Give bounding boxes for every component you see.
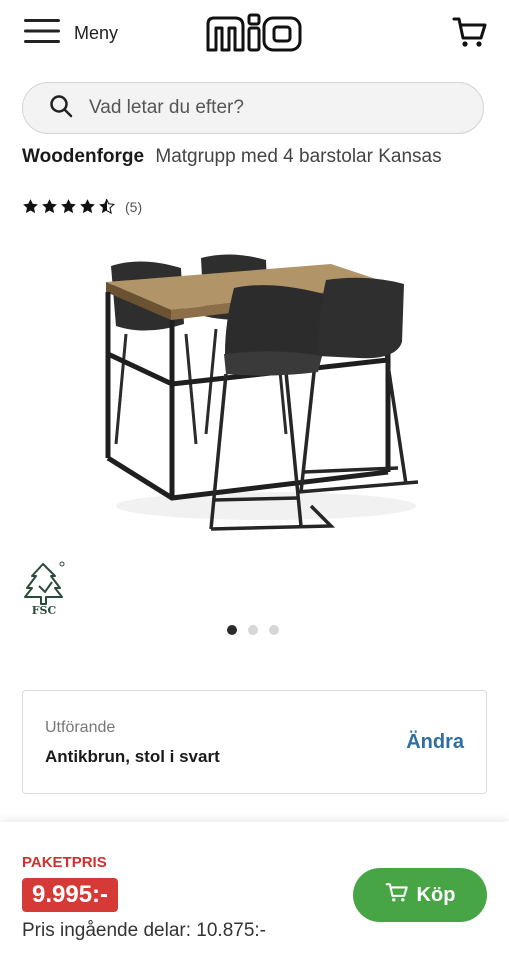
product-image[interactable]: [86, 244, 436, 544]
brand-link[interactable]: Woodenforge: [22, 146, 144, 167]
half-star-icon: [99, 198, 115, 215]
search-input[interactable]: [87, 96, 451, 120]
mio-logo[interactable]: [205, 10, 303, 61]
components-price: Pris ingående delar: 10.875:-: [22, 920, 266, 941]
star-icon: [42, 199, 57, 214]
carousel-dot[interactable]: [269, 625, 279, 635]
menu-label: Meny: [74, 23, 119, 43]
variant-selector[interactable]: Utförande Antikbrun, stol i svart Ändra: [22, 690, 487, 794]
carousel-dot[interactable]: [227, 625, 237, 635]
product-name: Matgrupp med 4 barstolar Kansas: [155, 146, 442, 167]
price-badge: 9.995:-: [22, 878, 119, 912]
package-price-label: PAKETPRIS: [22, 854, 107, 871]
search-bar[interactable]: [22, 82, 484, 134]
cart-icon: [385, 881, 409, 909]
menu-button[interactable]: Meny: [24, 18, 118, 49]
product-title: Woodenforge Matgrupp med 4 barstolar Kan…: [22, 146, 442, 168]
star-rating: [22, 198, 115, 215]
carousel-dots: [227, 625, 279, 635]
review-count: (5): [125, 198, 143, 215]
cart-icon: [452, 17, 488, 54]
buy-label: Köp: [416, 883, 456, 906]
change-variant-link[interactable]: Ändra: [406, 731, 464, 754]
carousel-dot[interactable]: [248, 625, 258, 635]
star-icon: [23, 199, 38, 214]
hamburger-icon: [24, 18, 60, 49]
rating[interactable]: (5): [22, 198, 142, 215]
cart-button[interactable]: [452, 14, 488, 55]
purchase-bar: PAKETPRIS 9.995:- Pris ingående delar: 1…: [0, 822, 509, 960]
star-icon: [80, 199, 95, 214]
buy-button[interactable]: Köp: [353, 868, 487, 922]
fsc-label: FSC: [32, 604, 57, 616]
fsc-logo: FSC: [22, 560, 68, 617]
star-icon: [61, 199, 76, 214]
header: Meny: [0, 0, 509, 72]
search-icon: [49, 94, 73, 123]
variant-value: Antikbrun, stol i svart: [45, 747, 220, 766]
variant-label: Utförande: [45, 719, 116, 736]
